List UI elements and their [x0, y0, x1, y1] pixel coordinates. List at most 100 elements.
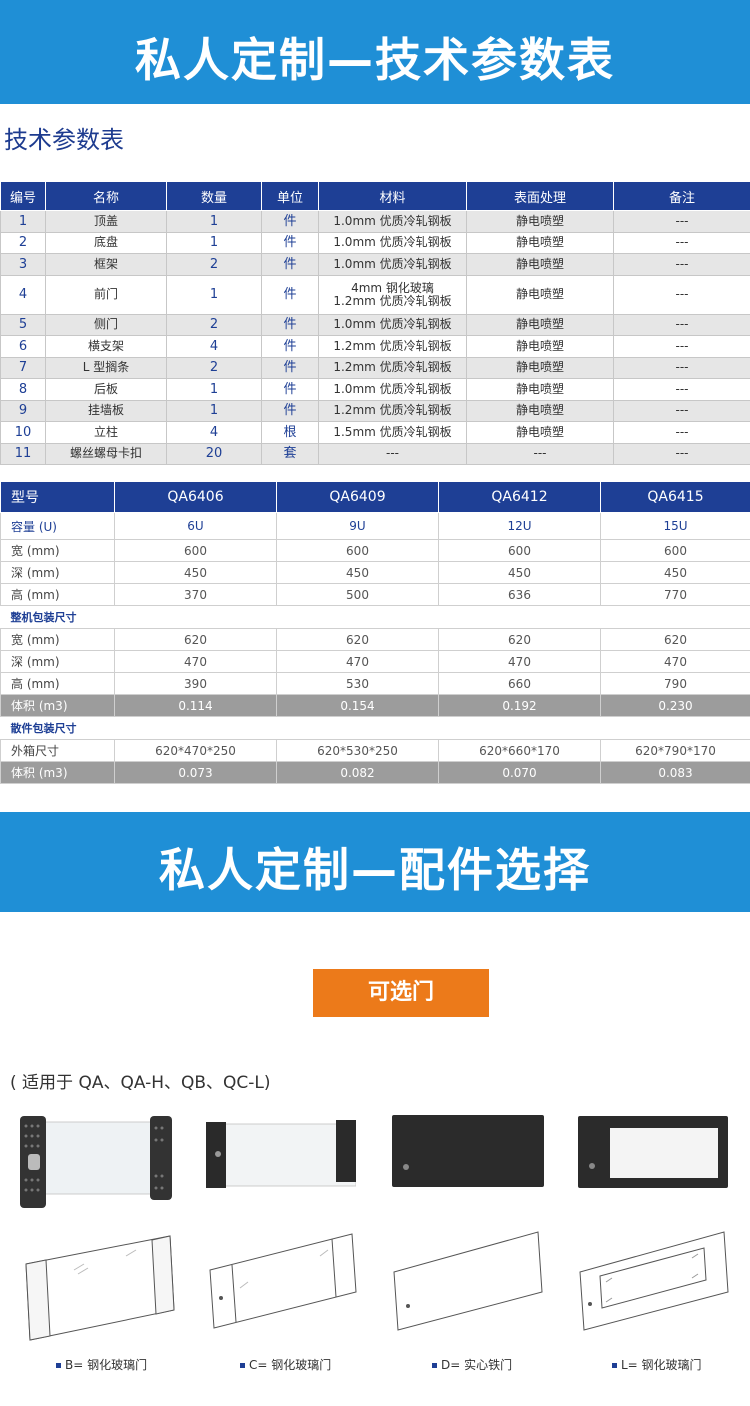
header-cell: 单位: [261, 181, 319, 211]
table-cell: 件: [261, 399, 319, 422]
banner-technical: 私人定制—技术参数表: [0, 0, 750, 104]
table-cell: QA6406: [114, 481, 277, 513]
door-caption: D= 实心铁门: [432, 1356, 512, 1373]
table-cell: 600: [438, 539, 601, 562]
table-cell: 静电喷塑: [466, 421, 614, 444]
table-cell: 636: [438, 583, 601, 606]
table-cell: 静电喷塑: [466, 253, 614, 276]
bullet-square-icon: [240, 1363, 245, 1368]
table-row: 宽 (mm) 600 600 600 600: [0, 539, 750, 562]
table-cell: 0.082: [276, 761, 439, 784]
table-cell: 挂墙板: [45, 399, 167, 422]
table-cell: 470: [600, 650, 750, 673]
table-cell: 6: [0, 335, 46, 358]
table-cell: 4: [0, 274, 46, 315]
table-cell: 横支架: [45, 335, 167, 358]
table-cell: ---: [318, 442, 467, 465]
door-caption-text: B= 钢化玻璃门: [65, 1358, 148, 1372]
table-cell: 螺丝螺母卡扣: [45, 442, 167, 465]
table-cell: 600: [114, 539, 277, 562]
row-label: 深 (mm): [0, 650, 115, 673]
table-cell: ---: [613, 442, 750, 465]
header-cell: 备注: [613, 181, 750, 211]
table-cell: 660: [438, 672, 601, 695]
table-cell: L 型搁条: [45, 356, 167, 379]
table-cell: 390: [114, 672, 277, 695]
table-cell: 后板: [45, 378, 167, 401]
table-row: 体积 (m3) 0.073 0.082 0.070 0.083: [0, 761, 750, 784]
table-cell: 8: [0, 378, 46, 401]
header-cell: 材料: [318, 181, 467, 211]
table-cell: 0.073: [114, 761, 277, 784]
table-row: 3 框架 2 件 1.0mm 优质冷轧钢板 静电喷塑 ---: [0, 253, 750, 276]
table-cell: 20: [166, 442, 262, 465]
window-door-drawing: [579, 1231, 729, 1331]
table-cell: 0.114: [114, 694, 277, 717]
table-cell: 静电喷塑: [466, 210, 614, 233]
table-cell: QA6412: [438, 481, 601, 513]
table-cell: 500: [276, 583, 439, 606]
header-cell: 编号: [0, 181, 46, 211]
table-cell: 件: [261, 335, 319, 358]
table-row: 宽 (mm) 620 620 620 620: [0, 628, 750, 651]
table-cell: 静电喷塑: [466, 356, 614, 379]
applies-to-text: ( 适用于 QA、QA-H、QB、QC-L): [10, 1073, 271, 1093]
table-cell: 620: [438, 628, 601, 651]
table-cell: QA6409: [276, 481, 439, 513]
table-cell: 0.192: [438, 694, 601, 717]
table-cell: 15U: [600, 512, 750, 540]
table-cell: ---: [613, 231, 750, 254]
row-label: 容量 (U): [0, 512, 115, 540]
bullet-square-icon: [56, 1363, 61, 1368]
table-cell: 1.5mm 优质冷轧钢板: [318, 421, 467, 444]
table-row: 容量 (U) 6U 9U 12U 15U: [0, 512, 750, 540]
table-row: 6 横支架 4 件 1.2mm 优质冷轧钢板 静电喷塑 ---: [0, 335, 750, 358]
table-cell: 620: [276, 628, 439, 651]
table-cell: 根: [261, 421, 319, 444]
table-cell: 1.2mm 优质冷轧钢板: [318, 356, 467, 379]
section-title: 整机包装尺寸: [0, 605, 750, 629]
table-cell: 件: [261, 313, 319, 336]
table-cell: 770: [600, 583, 750, 606]
table-cell: 静电喷塑: [466, 335, 614, 358]
row-label: 高 (mm): [0, 672, 115, 695]
optional-door-label: 可选门: [313, 969, 489, 1017]
glass-door-icon: [206, 1120, 356, 1188]
window-door-icon: [578, 1116, 728, 1188]
table-cell: 620*660*170: [438, 739, 601, 762]
table-row: 外箱尺寸 620*470*250 620*530*250 620*660*170 620…: [0, 739, 750, 762]
solid-door-drawing: [393, 1231, 543, 1331]
table-cell: ---: [613, 421, 750, 444]
table-cell: 5: [0, 313, 46, 336]
table-cell: 前门: [45, 274, 167, 315]
table-cell: 9U: [276, 512, 439, 540]
table-cell: 450: [276, 561, 439, 584]
table-cell: ---: [613, 399, 750, 422]
banner-accessories: 私人定制—配件选择: [0, 812, 750, 912]
table-cell: 静电喷塑: [466, 274, 614, 315]
table-cell: 1: [166, 231, 262, 254]
table-row: 9 挂墙板 1 件 1.2mm 优质冷轧钢板 静电喷塑 ---: [0, 399, 750, 422]
table-cell: 1: [0, 210, 46, 233]
header-cell: 名称: [45, 181, 167, 211]
table-cell: 7: [0, 356, 46, 379]
table-cell: ---: [466, 442, 614, 465]
table-cell: 立柱: [45, 421, 167, 444]
table-cell: ---: [613, 313, 750, 336]
row-label: 体积 (m3): [0, 694, 115, 717]
section-row: 散件包装尺寸: [0, 716, 750, 740]
table-row: 1 顶盖 1 件 1.0mm 优质冷轧钢板 静电喷塑 ---: [0, 210, 750, 233]
table-cell: 11: [0, 442, 46, 465]
table-row: 高 (mm) 390 530 660 790: [0, 672, 750, 695]
door-caption: L= 钢化玻璃门: [612, 1356, 702, 1373]
table-cell: 1.0mm 优质冷轧钢板: [318, 253, 467, 276]
table-cell: 静电喷塑: [466, 378, 614, 401]
row-label: 外箱尺寸: [0, 739, 115, 762]
spec-table: 编号 名称 数量 单位 材料 表面处理 备注 1 顶盖 1 件 1.0mm 优质冷轧钢板…: [0, 181, 750, 465]
table-cell: 6U: [114, 512, 277, 540]
door-caption-text: L= 钢化玻璃门: [621, 1358, 702, 1372]
table-cell: 470: [114, 650, 277, 673]
table-cell: 2: [166, 253, 262, 276]
perforated-glass-door-icon: [20, 1116, 172, 1208]
table-cell: 790: [600, 672, 750, 695]
